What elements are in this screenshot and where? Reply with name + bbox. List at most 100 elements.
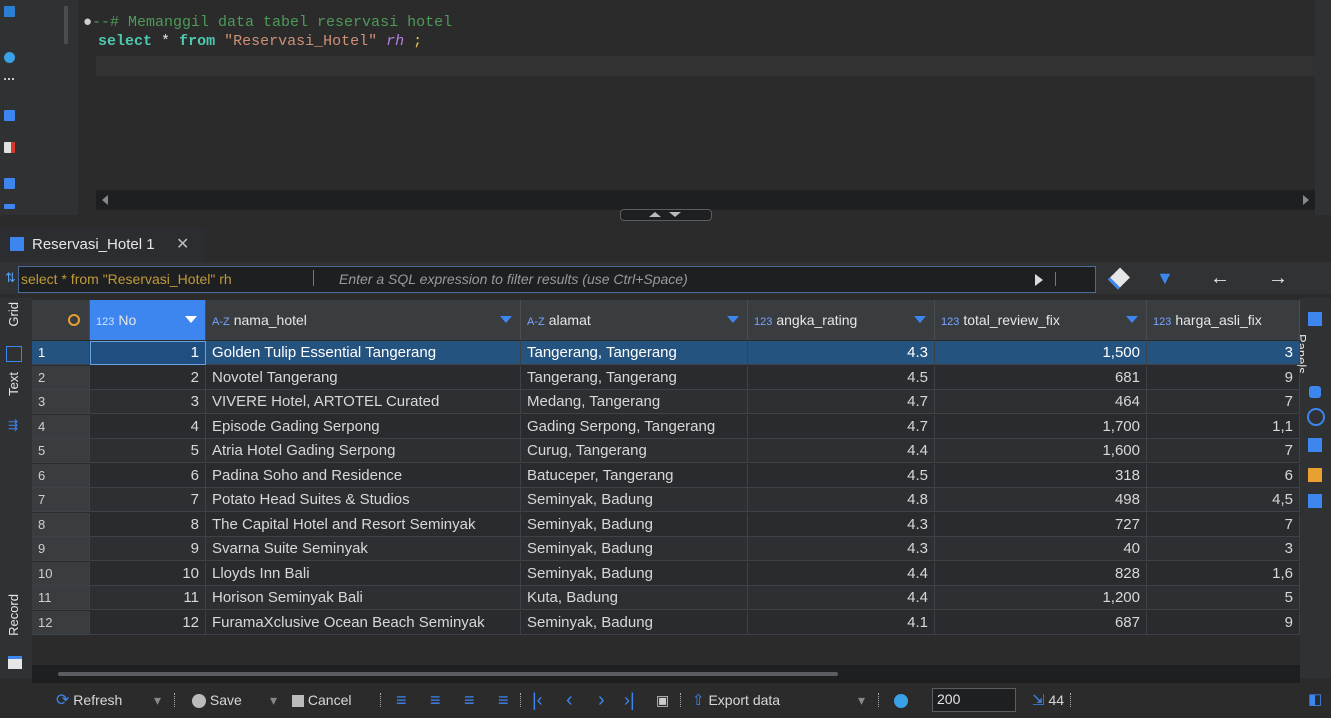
cell-harga-asli-fix[interactable]: 7 xyxy=(1147,390,1300,414)
text-view-icon[interactable]: ⇶ xyxy=(8,418,18,432)
panel-splitter-handle[interactable] xyxy=(620,209,712,221)
cell-no[interactable]: 10 xyxy=(90,561,206,586)
table-row[interactable]: 12 12 FuramaXclusive Ocean Beach Seminyak S… xyxy=(32,610,1300,635)
table-row[interactable]: 11 11 Horison Seminyak Bali Kuta, Badung 4.4… xyxy=(32,586,1300,610)
cell-harga-asli-fix[interactable]: 7 xyxy=(1147,512,1300,537)
cell-angka-rating[interactable]: 4.4 xyxy=(748,586,935,610)
cell-alamat[interactable]: Batuceper, Tangerang xyxy=(521,463,748,488)
cell-angka-rating[interactable]: 4.7 xyxy=(748,390,935,414)
cell-nama-hotel[interactable]: VIVERE Hotel, ARTOTEL Curated xyxy=(206,390,521,414)
row-number[interactable]: 11 xyxy=(32,586,90,610)
fetch-size-input[interactable]: 200 xyxy=(932,688,1016,712)
filter-icon[interactable]: ▼ xyxy=(1156,268,1174,289)
cell-alamat[interactable]: Seminyak, Badung xyxy=(521,610,748,635)
chevron-down-icon[interactable] xyxy=(669,212,681,217)
export-data-button[interactable]: ⇧ Export data xyxy=(692,683,780,717)
table-row[interactable]: 5 5 Atria Hotel Gading Serpong Curug, Tange… xyxy=(32,439,1300,463)
cell-no[interactable]: 8 xyxy=(90,512,206,537)
cell-alamat[interactable]: Seminyak, Badung xyxy=(521,512,748,537)
cell-total-review-fix[interactable]: 1,500 xyxy=(935,341,1147,365)
cell-nama-hotel[interactable]: Lloyds Inn Bali xyxy=(206,561,521,586)
filter-input[interactable]: select * from "Reservasi_Hotel" rh Enter… xyxy=(18,266,1096,293)
image-icon[interactable] xyxy=(4,178,15,189)
cell-total-review-fix[interactable]: 1,700 xyxy=(935,414,1147,439)
export-dropdown-icon[interactable]: ▾ xyxy=(858,683,865,717)
tab-record[interactable]: Record xyxy=(6,594,21,636)
forward-icon[interactable]: → xyxy=(1268,267,1288,290)
cell-total-review-fix[interactable]: 40 xyxy=(935,537,1147,561)
refresh-dropdown-icon[interactable]: ▾ xyxy=(154,683,161,717)
references-icon[interactable] xyxy=(1309,386,1321,398)
edit-row-icon[interactable]: ≡ xyxy=(396,683,407,717)
cell-nama-hotel[interactable]: Novotel Tangerang xyxy=(206,365,521,390)
filter-history-icon[interactable]: ⇅ xyxy=(5,270,16,286)
cell-angka-rating[interactable]: 4.8 xyxy=(748,488,935,512)
cell-angka-rating[interactable]: 4.4 xyxy=(748,561,935,586)
cell-total-review-fix[interactable]: 687 xyxy=(935,610,1147,635)
cell-angka-rating[interactable]: 4.5 xyxy=(748,463,935,488)
table-row[interactable]: 1 1 Golden Tulip Essential Tangerang Tanger… xyxy=(32,341,1300,365)
row-count-button[interactable]: ⇲ 44 xyxy=(1032,683,1064,717)
gear-icon[interactable] xyxy=(4,52,15,63)
cell-no[interactable]: 7 xyxy=(90,488,206,512)
cell-total-review-fix[interactable]: 464 xyxy=(935,390,1147,414)
row-number[interactable]: 10 xyxy=(32,561,90,586)
cell-angka-rating[interactable]: 4.3 xyxy=(748,512,935,537)
refresh-button[interactable]: ⟳ Refresh xyxy=(56,683,122,717)
sql-editor[interactable]: ●--# Memanggil data tabel reservasi hote… xyxy=(78,0,1315,215)
column-header-alamat[interactable]: A-Z alamat xyxy=(521,300,748,340)
cell-no[interactable]: 3 xyxy=(90,390,206,414)
cell-harga-asli-fix[interactable]: 1,1 xyxy=(1147,414,1300,439)
editor-vertical-scrollbar[interactable] xyxy=(1315,0,1331,215)
sort-icon[interactable] xyxy=(914,316,926,323)
cell-angka-rating[interactable]: 4.1 xyxy=(748,610,935,635)
row-number[interactable]: 1 xyxy=(32,341,90,365)
cell-alamat[interactable]: Tangerang, Tangerang xyxy=(521,365,748,390)
scroll-right-icon[interactable] xyxy=(1303,195,1309,205)
grid-horizontal-scrollbar[interactable] xyxy=(32,665,1300,683)
cell-no[interactable]: 4 xyxy=(90,414,206,439)
table-row[interactable]: 8 8 The Capital Hotel and Resort Seminyak S… xyxy=(32,512,1300,537)
save-dropdown-icon[interactable]: ▾ xyxy=(270,683,277,717)
copy-row-icon[interactable]: ≡ xyxy=(464,683,475,717)
execute-script-icon[interactable] xyxy=(4,6,15,17)
cell-total-review-fix[interactable]: 828 xyxy=(935,561,1147,586)
cell-harga-asli-fix[interactable]: 9 xyxy=(1147,365,1300,390)
cell-nama-hotel[interactable]: Horison Seminyak Bali xyxy=(206,586,521,610)
layout-toggle-icon[interactable]: ◧ xyxy=(1308,683,1322,717)
table-row[interactable]: 10 10 Lloyds Inn Bali Seminyak, Badung 4.4 82… xyxy=(32,561,1300,586)
cell-angka-rating[interactable]: 4.3 xyxy=(748,537,935,561)
cell-nama-hotel[interactable]: Episode Gading Serpong xyxy=(206,414,521,439)
cell-harga-asli-fix[interactable]: 7 xyxy=(1147,439,1300,463)
chart-icon[interactable] xyxy=(1308,468,1322,482)
cell-total-review-fix[interactable]: 1,600 xyxy=(935,439,1147,463)
cell-harga-asli-fix[interactable]: 3 xyxy=(1147,341,1300,365)
row-number[interactable]: 3 xyxy=(32,390,90,414)
expand-filter-icon[interactable] xyxy=(313,270,328,286)
cell-angka-rating[interactable]: 4.4 xyxy=(748,439,935,463)
column-header-total-review-fix[interactable]: 123 total_review_fix xyxy=(935,300,1147,340)
column-header-angka-rating[interactable]: 123 angka_rating xyxy=(748,300,935,340)
add-row-icon[interactable]: ≡ xyxy=(430,683,441,717)
tab-text[interactable]: Text xyxy=(6,372,21,396)
table-row[interactable]: 4 4 Episode Gading Serpong Gading Serpong, … xyxy=(32,414,1300,439)
cell-alamat[interactable]: Seminyak, Badung xyxy=(521,537,748,561)
tab-result-reservasi-hotel[interactable]: Reservasi_Hotel 1 ✕ xyxy=(0,228,205,264)
cell-nama-hotel[interactable]: Svarna Suite Seminyak xyxy=(206,537,521,561)
cell-nama-hotel[interactable]: FuramaXclusive Ocean Beach Seminyak xyxy=(206,610,521,635)
cell-angka-rating[interactable]: 4.3 xyxy=(748,341,935,365)
scrollbar-thumb[interactable] xyxy=(58,672,838,676)
fetch-settings-button[interactable] xyxy=(894,683,908,717)
tab-grid[interactable]: Grid xyxy=(6,302,21,327)
cell-nama-hotel[interactable]: Potato Head Suites & Studios xyxy=(206,488,521,512)
more-icon[interactable] xyxy=(4,78,15,84)
sort-icon[interactable] xyxy=(185,316,197,323)
cell-nama-hotel[interactable]: Atria Hotel Gading Serpong xyxy=(206,439,521,463)
first-page-icon[interactable]: |‹ xyxy=(532,683,543,717)
column-header-nama-hotel[interactable]: A-Z nama_hotel xyxy=(206,300,521,340)
row-number[interactable]: 7 xyxy=(32,488,90,512)
cell-alamat[interactable]: Gading Serpong, Tangerang xyxy=(521,414,748,439)
cell-harga-asli-fix[interactable]: 5 xyxy=(1147,586,1300,610)
table-row[interactable]: 3 3 VIVERE Hotel, ARTOTEL Curated Medang, T… xyxy=(32,390,1300,414)
export-icon[interactable] xyxy=(4,110,15,121)
